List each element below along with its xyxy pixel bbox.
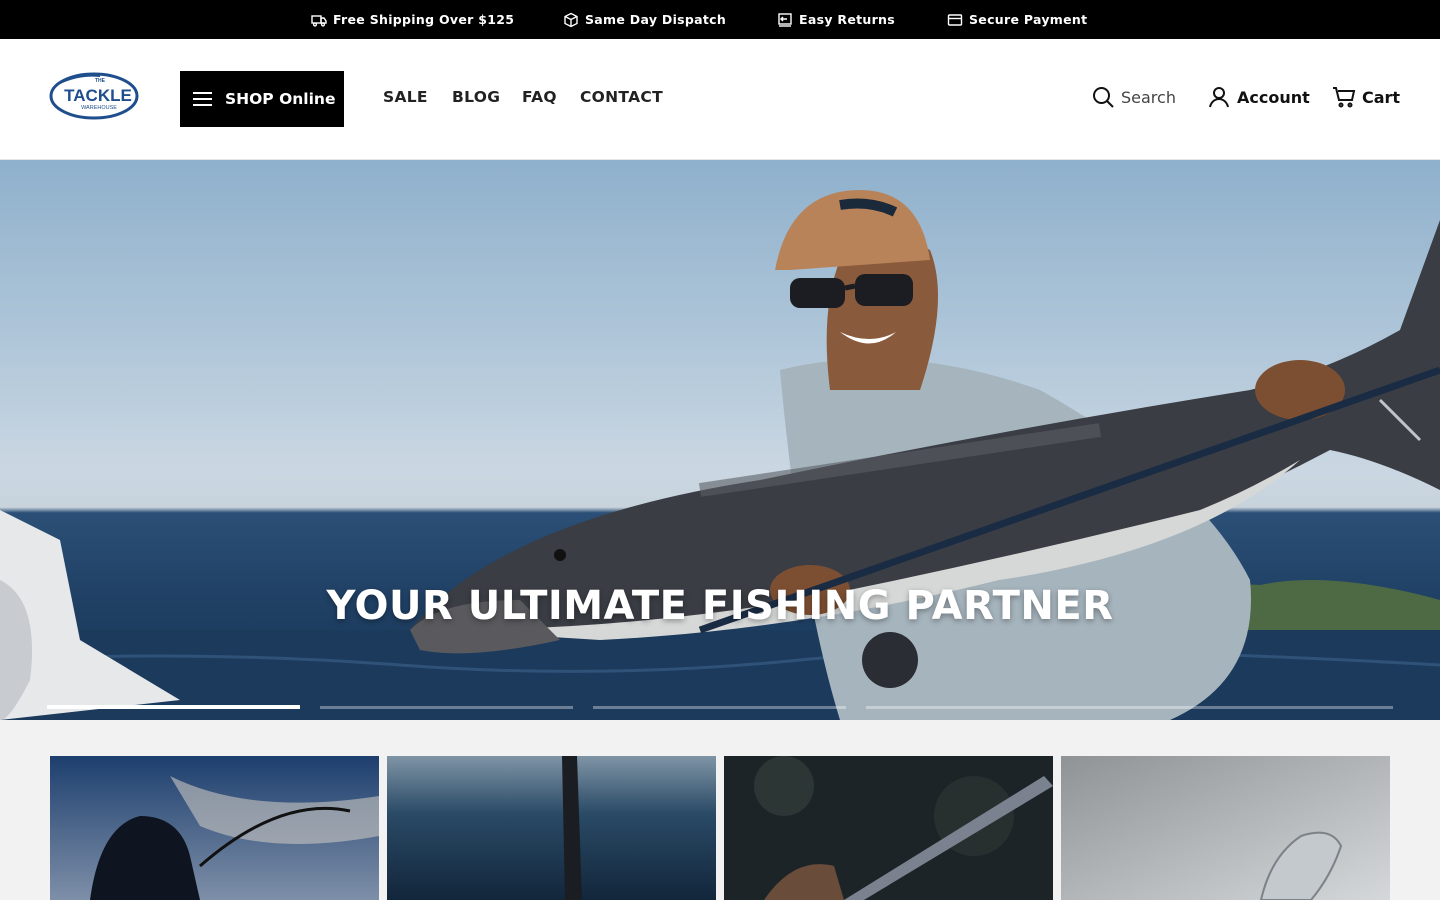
search-button[interactable]: Search bbox=[1091, 85, 1176, 109]
category-image-2 bbox=[387, 756, 716, 900]
category-tile-2[interactable] bbox=[387, 756, 716, 900]
slide-indicator-4[interactable] bbox=[866, 706, 1393, 709]
box-icon bbox=[564, 12, 578, 27]
slide-indicator-3[interactable] bbox=[593, 706, 846, 709]
user-icon bbox=[1209, 87, 1229, 108]
hero-slider[interactable]: YOUR ULTIMATE FISHING PARTNER bbox=[0, 160, 1440, 720]
nav-faq[interactable]: FAQ bbox=[522, 88, 557, 106]
return-icon bbox=[778, 12, 792, 27]
shipping-notice: Free Shipping Over $125 bbox=[311, 0, 514, 39]
dispatch-notice: Same Day Dispatch bbox=[563, 0, 726, 39]
hero-title: YOUR ULTIMATE FISHING PARTNER bbox=[326, 583, 1114, 629]
shop-online-label: SHOP Online bbox=[225, 90, 336, 108]
category-tile-4[interactable] bbox=[1061, 756, 1390, 900]
search-label: Search bbox=[1121, 87, 1176, 107]
hero-image bbox=[0, 190, 1440, 720]
category-image-1 bbox=[50, 756, 379, 900]
logo-small-top: THE bbox=[95, 78, 106, 84]
category-tile-3[interactable] bbox=[724, 756, 1053, 900]
shop-online-button[interactable]: SHOP Online bbox=[180, 71, 344, 127]
category-image-3 bbox=[724, 756, 1053, 900]
site-logo[interactable]: THE TACKLE WAREHOUSE bbox=[48, 70, 140, 122]
slide-indicator-2[interactable] bbox=[320, 706, 573, 709]
site-header: THE TACKLE WAREHOUSE SHOP Online SALE BL… bbox=[0, 39, 1440, 160]
account-button[interactable]: Account bbox=[1207, 85, 1310, 109]
nav-sale[interactable]: SALE bbox=[383, 88, 428, 106]
returns-notice-label: Easy Returns bbox=[799, 12, 895, 27]
search-icon bbox=[1093, 87, 1114, 108]
dispatch-notice-label: Same Day Dispatch bbox=[585, 12, 727, 27]
payment-notice: Secure Payment bbox=[947, 0, 1087, 39]
card-icon bbox=[947, 13, 963, 26]
nav-blog[interactable]: BLOG bbox=[452, 88, 500, 106]
cart-label: Cart bbox=[1362, 87, 1401, 107]
slide-indicator-1[interactable] bbox=[47, 705, 300, 709]
payment-notice-label: Secure Payment bbox=[969, 12, 1088, 27]
category-tile-1[interactable] bbox=[50, 756, 379, 900]
account-label: Account bbox=[1237, 87, 1310, 107]
logo-small-bottom: WAREHOUSE bbox=[81, 105, 117, 111]
returns-notice: Easy Returns bbox=[777, 0, 895, 39]
shipping-notice-label: Free Shipping Over $125 bbox=[333, 12, 515, 27]
announcement-bar: Free Shipping Over $125 Same Day Dispatc… bbox=[0, 0, 1440, 39]
cart-icon bbox=[1333, 87, 1356, 108]
category-image-4 bbox=[1061, 756, 1390, 900]
logo-main-text: TACKLE bbox=[64, 86, 132, 105]
menu-icon bbox=[193, 92, 212, 106]
cart-button[interactable]: Cart bbox=[1332, 85, 1400, 109]
truck-icon bbox=[311, 14, 327, 27]
nav-contact[interactable]: CONTACT bbox=[580, 88, 663, 106]
